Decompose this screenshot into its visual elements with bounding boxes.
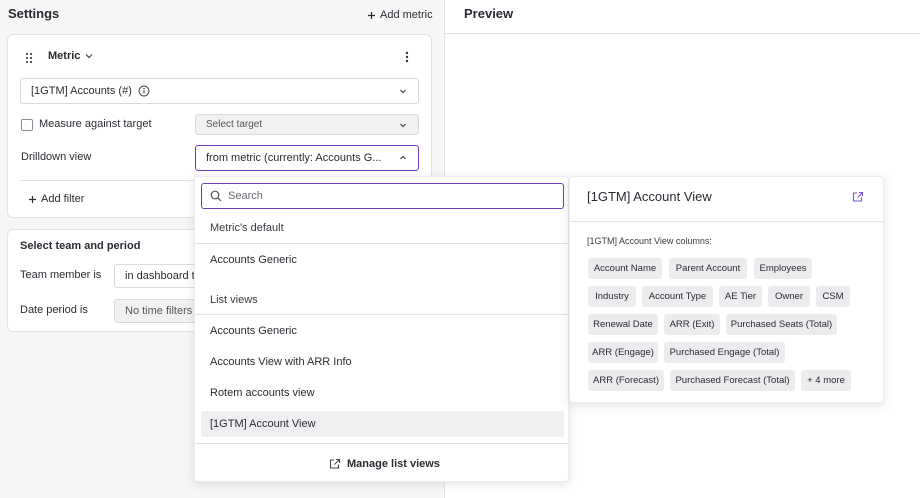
column-chip: Parent Account bbox=[669, 258, 747, 279]
metric-select[interactable]: [1GTM] Accounts (#) bbox=[20, 78, 419, 104]
list-item[interactable]: Accounts View with ARR Info bbox=[201, 349, 564, 375]
target-select[interactable]: Select target bbox=[195, 114, 419, 135]
external-link-icon bbox=[329, 458, 341, 470]
measure-target-checkbox[interactable] bbox=[21, 119, 33, 131]
column-chip: Purchased Forecast (Total) bbox=[670, 370, 795, 391]
columns-label: [1GTM] Account View columns: bbox=[587, 236, 712, 246]
column-chip: Renewal Date bbox=[588, 314, 658, 335]
metric-label: Metric bbox=[48, 50, 81, 62]
manage-list-views-button[interactable]: Manage list views bbox=[329, 458, 440, 470]
metric-select-value: [1GTM] Accounts (#) bbox=[31, 85, 132, 97]
info-icon[interactable] bbox=[138, 85, 150, 97]
date-period-value: No time filters bbox=[125, 305, 193, 317]
preview-title: Preview bbox=[464, 6, 514, 21]
drilldown-select[interactable]: from metric (currently: Accounts G... bbox=[195, 145, 419, 171]
column-chip: Account Type bbox=[642, 286, 713, 307]
divider bbox=[195, 243, 568, 244]
column-chip: Industry bbox=[588, 286, 636, 307]
more-options-icon[interactable] bbox=[405, 51, 409, 63]
list-views-header: List views bbox=[210, 294, 258, 306]
external-link-icon[interactable] bbox=[852, 191, 864, 203]
chevron-down-icon bbox=[398, 120, 408, 130]
column-chip: Purchased Engage (Total) bbox=[664, 342, 785, 363]
column-chip: CSM bbox=[816, 286, 850, 307]
drilldown-label: Drilldown view bbox=[21, 151, 92, 163]
plus-icon bbox=[367, 11, 376, 20]
divider bbox=[570, 221, 883, 222]
settings-title: Settings bbox=[8, 6, 60, 21]
divider bbox=[195, 443, 568, 444]
team-member-label: Team member is bbox=[20, 269, 102, 281]
column-chip: Purchased Seats (Total) bbox=[726, 314, 837, 335]
list-item[interactable]: Accounts Generic bbox=[201, 247, 564, 273]
chevron-down-icon bbox=[398, 86, 408, 96]
add-metric-button[interactable]: Add metric bbox=[367, 9, 433, 21]
drilldown-select-value: from metric (currently: Accounts G... bbox=[206, 152, 382, 164]
column-chip: AE Tier bbox=[719, 286, 762, 307]
metric-type-selector[interactable]: Metric bbox=[48, 50, 93, 62]
column-chip: ARR (Exit) bbox=[664, 314, 720, 335]
team-period-title: Select team and period bbox=[20, 240, 141, 252]
more-columns-chip[interactable]: + 4 more bbox=[801, 370, 851, 391]
add-metric-label: Add metric bbox=[380, 9, 433, 21]
list-view-preview-popover: [1GTM] Account View [1GTM] Account View … bbox=[569, 176, 884, 403]
list-item[interactable]: Rotem accounts view bbox=[201, 380, 564, 406]
divider bbox=[195, 314, 568, 315]
search-input[interactable]: Search bbox=[201, 183, 564, 209]
add-filter-button[interactable]: Add filter bbox=[28, 193, 84, 205]
add-filter-label: Add filter bbox=[41, 193, 85, 205]
date-period-label: Date period is bbox=[20, 304, 88, 316]
divider bbox=[20, 180, 195, 181]
column-chip: Account Name bbox=[588, 258, 662, 279]
team-member-value: in dashboard te bbox=[125, 270, 201, 282]
chevron-down-icon bbox=[85, 53, 93, 59]
plus-icon bbox=[28, 195, 37, 204]
team-member-select[interactable]: in dashboard te bbox=[114, 264, 204, 288]
column-chip: Owner bbox=[768, 286, 810, 307]
column-chip: Employees bbox=[754, 258, 812, 279]
drilldown-dropdown: Search Metric's default Accounts Generic… bbox=[194, 176, 569, 482]
column-chip: ARR (Engage) bbox=[588, 342, 658, 363]
drag-handle-icon[interactable] bbox=[25, 52, 33, 64]
chevron-up-icon bbox=[398, 153, 408, 163]
column-chip: ARR (Forecast) bbox=[588, 370, 664, 391]
manage-list-views-label: Manage list views bbox=[347, 458, 440, 470]
search-icon bbox=[210, 190, 222, 202]
search-placeholder: Search bbox=[228, 190, 263, 202]
measure-target-label: Measure against target bbox=[39, 118, 152, 130]
list-item[interactable]: Accounts Generic bbox=[201, 318, 564, 344]
target-select-placeholder: Select target bbox=[206, 119, 263, 130]
date-period-select[interactable]: No time filters bbox=[114, 299, 204, 323]
popover-title: [1GTM] Account View bbox=[587, 189, 712, 204]
list-item-selected[interactable]: [1GTM] Account View bbox=[201, 411, 564, 437]
divider bbox=[445, 33, 920, 34]
default-section-header: Metric's default bbox=[210, 222, 284, 234]
